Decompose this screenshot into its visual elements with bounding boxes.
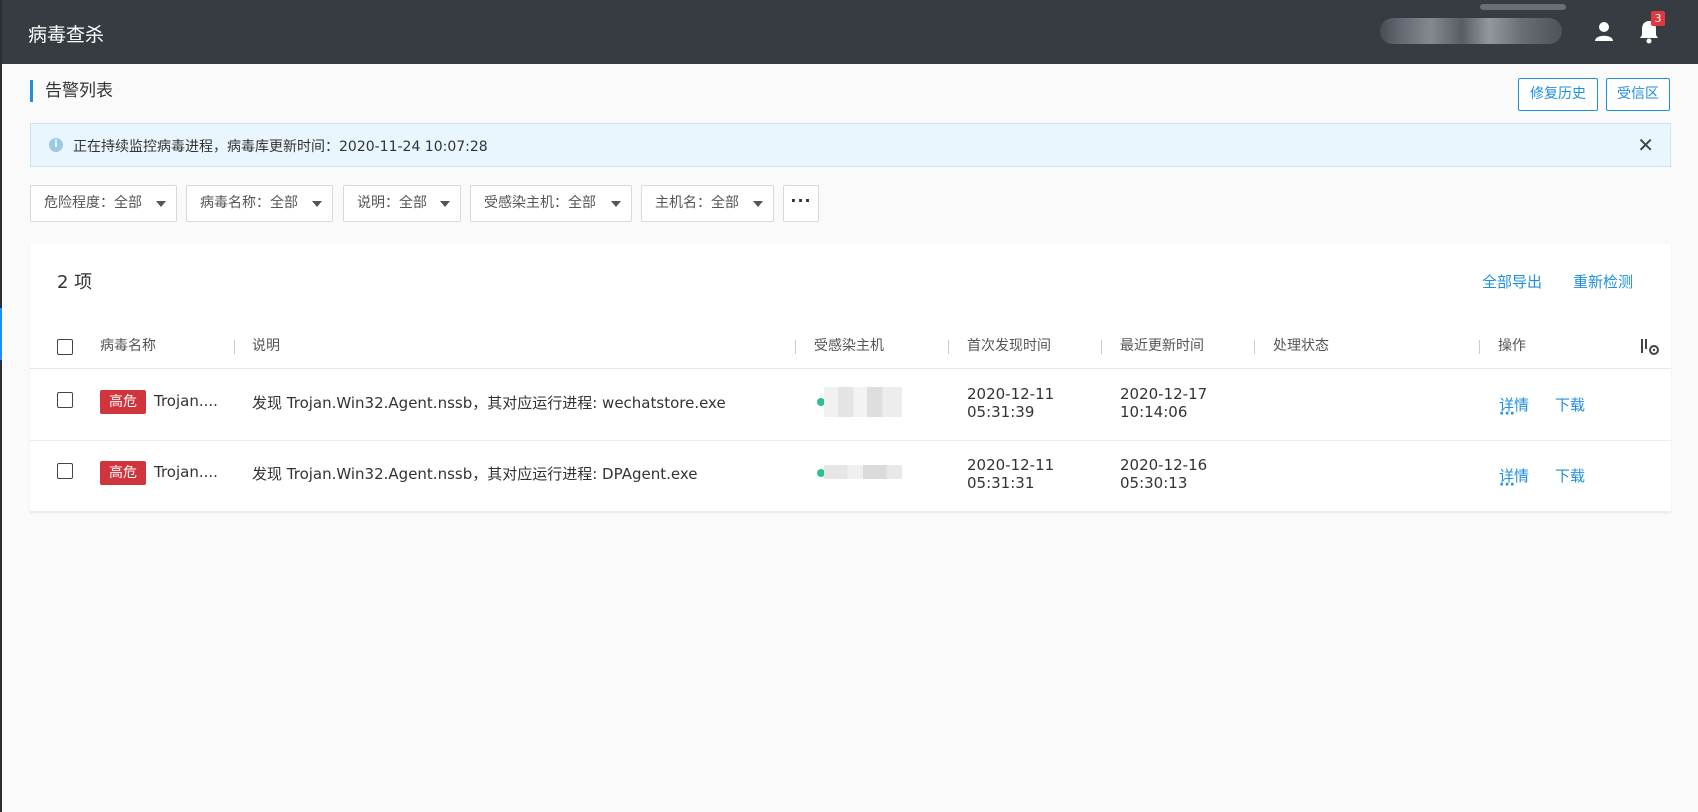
table-row: 高危 Trojan.... 发现 Trojan.Win32.Agent.nssb… [30, 370, 1671, 441]
trust-zone-button[interactable]: 受信区 [1606, 78, 1670, 111]
left-edge [0, 0, 2, 812]
filter-label: 说明：全部 [357, 195, 427, 211]
column-divider [234, 340, 235, 354]
row-checkbox[interactable] [57, 392, 73, 408]
download-link[interactable]: 下载 [1555, 465, 1585, 486]
col-first-seen[interactable]: 首次发现时间 [967, 324, 1051, 369]
virus-name-cell: Trojan.... [154, 463, 218, 481]
chevron-down-icon [753, 201, 763, 207]
col-virus-name[interactable]: 病毒名称 [100, 324, 156, 369]
repair-history-button[interactable]: 修复历史 [1518, 78, 1598, 111]
item-count: 2 项 [57, 272, 93, 293]
user-icon[interactable] [1593, 20, 1615, 42]
chevron-down-icon [440, 201, 450, 207]
first-seen-date: 2020-12-11 [967, 385, 1055, 403]
host-blurred[interactable] [824, 387, 902, 417]
chevron-down-icon [156, 201, 166, 207]
last-updated-date: 2020-12-16 [1120, 456, 1208, 474]
description-cell: 发现 Trojan.Win32.Agent.nssb，其对应运行进程: wech… [252, 394, 726, 412]
last-updated-cell: 2020-12-17 10:14:06 [1120, 385, 1207, 421]
col-status[interactable]: 处理状态 [1273, 324, 1329, 369]
filter-label: 病毒名称：全部 [200, 195, 298, 211]
description-cell: 发现 Trojan.Win32.Agent.nssb，其对应运行进程: DPAg… [252, 465, 698, 483]
filter-label: 危险程度：全部 [44, 195, 142, 211]
chevron-down-icon [312, 201, 322, 207]
info-icon: i [49, 138, 63, 152]
more-icon[interactable]: ··· [783, 185, 819, 222]
risk-level-badge: 高危 [100, 390, 146, 414]
filter-hostname[interactable]: 主机名：全部 [641, 185, 774, 222]
export-all-link[interactable]: 全部导出 [1482, 271, 1542, 292]
left-nav-indicator [0, 308, 2, 360]
table-header: 病毒名称 说明 受感染主机 首次发现时间 最近更新时间 处理状态 操作 [30, 324, 1671, 369]
page-title: 告警列表 [30, 80, 113, 102]
col-actions: 操作 [1498, 338, 1526, 354]
filter-label: 受感染主机：全部 [484, 195, 596, 211]
row-checkbox[interactable] [57, 463, 73, 479]
more-icon[interactable]: ··· [1499, 478, 1515, 492]
filter-risk-level[interactable]: 危险程度：全部 [30, 185, 177, 222]
host-blurred[interactable] [824, 465, 902, 479]
first-seen-date: 2020-12-11 [967, 456, 1055, 474]
last-updated-time: 10:14:06 [1120, 403, 1188, 421]
filter-description[interactable]: 说明：全部 [343, 185, 461, 222]
user-name-blurred[interactable] [1380, 18, 1562, 44]
last-updated-date: 2020-12-17 [1120, 385, 1208, 403]
app-title: 病毒查杀 [28, 24, 105, 46]
col-description[interactable]: 说明 [252, 324, 280, 369]
virus-name-cell: Trojan.... [154, 392, 218, 410]
column-divider [1254, 340, 1255, 354]
col-infected-host[interactable]: 受感染主机 [814, 324, 884, 369]
column-divider [948, 340, 949, 354]
filter-virus-name[interactable]: 病毒名称：全部 [186, 185, 333, 222]
first-seen-time: 05:31:39 [967, 403, 1035, 421]
alert-table-panel: 2 项 全部导出 重新检测 病毒名称 说明 受感染主机 首次发现时间 最近更新时… [30, 244, 1671, 512]
user-info-blurred [1480, 4, 1566, 10]
col-last-updated[interactable]: 最近更新时间 [1120, 324, 1204, 369]
first-seen-cell: 2020-12-11 05:31:39 [967, 385, 1054, 421]
risk-level-badge: 高危 [100, 461, 146, 485]
table-row: 高危 Trojan.... 发现 Trojan.Win32.Agent.nssb… [30, 441, 1671, 512]
first-seen-time: 05:31:31 [967, 474, 1035, 492]
info-banner: i 正在持续监控病毒进程，病毒库更新时间：2020-11-24 10:07:28… [30, 123, 1671, 167]
more-icon[interactable]: ··· [1499, 407, 1515, 421]
info-text: 正在持续监控病毒进程，病毒库更新时间：2020-11-24 10:07:28 [73, 139, 488, 155]
chevron-down-icon [611, 201, 621, 207]
column-divider [795, 340, 796, 354]
last-updated-cell: 2020-12-16 05:30:13 [1120, 456, 1207, 492]
notification-badge: 3 [1651, 11, 1665, 26]
first-seen-cell: 2020-12-11 05:31:31 [967, 456, 1054, 492]
filter-label: 主机名：全部 [655, 195, 739, 211]
filter-infected-host[interactable]: 受感染主机：全部 [470, 185, 632, 222]
column-divider [1101, 340, 1102, 354]
column-settings-icon[interactable] [1640, 338, 1660, 356]
recheck-link[interactable]: 重新检测 [1573, 271, 1633, 292]
download-link[interactable]: 下载 [1555, 394, 1585, 415]
select-all-checkbox[interactable] [57, 339, 73, 355]
close-icon[interactable]: ✕ [1637, 134, 1654, 156]
column-divider [1479, 340, 1480, 354]
last-updated-time: 05:30:13 [1120, 474, 1188, 492]
